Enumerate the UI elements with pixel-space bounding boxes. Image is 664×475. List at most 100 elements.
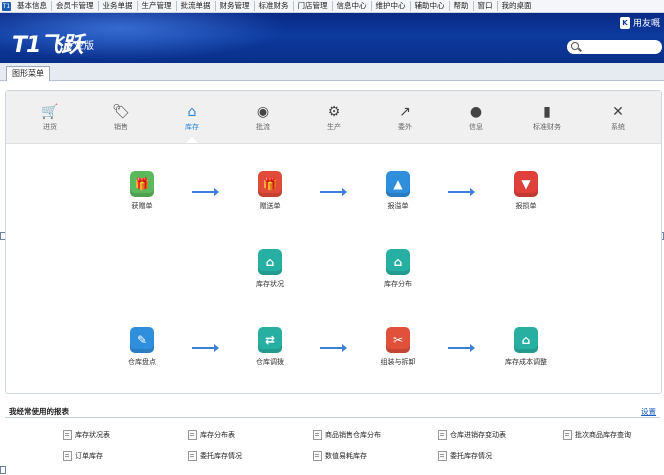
menu-window[interactable]: 窗口 <box>474 1 498 11</box>
document-icon <box>313 430 322 440</box>
search-icon <box>571 42 579 50</box>
menu-basic-info[interactable]: 基本信息 <box>13 1 52 11</box>
graphic-menu-panel: 🛒 进货 🏷 销售 ⌂ 库存 ◉ 批流 ⚙ 生产 ↗ 委外 ● 信息 ▮ 标准财… <box>5 90 662 394</box>
active-category-pointer <box>186 137 198 143</box>
category-label: 进货 <box>43 123 57 131</box>
document-icon <box>563 430 572 440</box>
category-production[interactable]: ⚙ 生产 <box>314 103 354 132</box>
document-icon <box>63 451 72 461</box>
tab-graphic-menu[interactable]: 图形菜单 <box>6 66 50 81</box>
inventory-check-node[interactable]: ✎ 仓库盘点 <box>112 327 172 367</box>
menu-batch-docs[interactable]: 批流单据 <box>177 1 216 11</box>
category-bar: 🛒 进货 🏷 销售 ⌂ 库存 ◉ 批流 ⚙ 生产 ↗ 委外 ● 信息 ▮ 标准财… <box>6 91 661 144</box>
category-inventory[interactable]: ⌂ 库存 <box>172 103 212 132</box>
flow-arrow <box>192 188 219 196</box>
report-link[interactable]: 商品销售仓库分布 <box>313 430 381 440</box>
edit-icon: ✎ <box>130 327 154 353</box>
menu-member-card[interactable]: 会员卡管理 <box>52 1 99 11</box>
inventory-check-label: 仓库盘点 <box>128 358 156 366</box>
category-label: 信息 <box>469 123 483 131</box>
menu-production[interactable]: 生产管理 <box>138 1 177 11</box>
gears-icon: ⚙ <box>327 104 341 120</box>
category-outsourcing[interactable]: ↗ 委外 <box>385 103 425 132</box>
report-label: 批次商品库存查询 <box>575 431 631 439</box>
category-label: 标准财务 <box>533 123 561 131</box>
stock-cost-adjust-label: 库存成本调整 <box>505 358 547 366</box>
menu-maintenance[interactable]: 维护中心 <box>372 1 411 11</box>
category-batch[interactable]: ◉ 批流 <box>243 103 283 132</box>
menu-store[interactable]: 门店管理 <box>294 1 333 11</box>
menu-finance[interactable]: 财务管理 <box>216 1 255 11</box>
flow-arrow <box>320 344 347 352</box>
report-link[interactable]: 库存分布表 <box>188 430 235 440</box>
tag-icon: 🏷 <box>112 104 130 120</box>
document-icon <box>188 451 197 461</box>
bottom-left-resize-handle[interactable] <box>0 466 6 474</box>
menu-my-desktop[interactable]: 我的桌面 <box>498 1 536 11</box>
category-label: 生产 <box>327 123 341 131</box>
flow-arrow <box>192 344 219 352</box>
category-standard-finance[interactable]: ▮ 标准财务 <box>527 103 567 132</box>
overflow-order-node[interactable]: ▲ 报溢单 <box>368 171 428 211</box>
document-icon <box>313 451 322 461</box>
report-link[interactable]: 委托库存情况 <box>438 451 492 461</box>
report-link[interactable]: 委托库存情况 <box>188 451 242 461</box>
category-system[interactable]: ✕ 系统 <box>598 103 638 132</box>
gift-order-node[interactable]: 🎁 获赠单 <box>112 171 172 211</box>
houses-icon: ⌂ <box>386 249 410 275</box>
user-box[interactable]: K 用友嘅 <box>619 16 660 29</box>
document-icon <box>63 430 72 440</box>
category-sales[interactable]: 🏷 销售 <box>101 103 141 132</box>
category-label: 系统 <box>611 123 625 131</box>
stock-status-node[interactable]: ⌂ 库存状况 <box>240 249 300 289</box>
report-link[interactable]: 仓库进销存变动表 <box>438 430 506 440</box>
frequent-reports-header: 我经常使用的报表 设置 <box>5 406 660 418</box>
assembly-node[interactable]: ✂ 组装与拆卸 <box>368 327 428 367</box>
menu-aux-center[interactable]: 辅助中心 <box>411 1 450 11</box>
report-label: 委托库存情况 <box>450 452 492 460</box>
category-info[interactable]: ● 信息 <box>456 103 496 132</box>
settings-link[interactable]: 设置 <box>641 406 656 417</box>
stock-distribution-node[interactable]: ⌂ 库存分布 <box>368 249 428 289</box>
wrench-icon: ✂ <box>386 327 410 353</box>
stock-cost-adjust-node[interactable]: ⌂ 库存成本调整 <box>496 327 556 367</box>
user-name: 用友嘅 <box>632 19 660 29</box>
giveaway-order-label: 赠送单 <box>259 202 281 210</box>
home-icon: ⌂ <box>187 104 197 120</box>
warehouse-transfer-node[interactable]: ⇄ 仓库调拨 <box>240 327 300 367</box>
chat-icon: ● <box>469 104 483 120</box>
report-label: 仓库进销存变动表 <box>450 431 506 439</box>
menu-standard-finance[interactable]: 标准财务 <box>255 1 294 11</box>
report-link[interactable]: 批次商品库存查询 <box>563 430 631 440</box>
category-purchase[interactable]: 🛒 进货 <box>30 103 70 132</box>
share-icon: ↗ <box>399 104 411 120</box>
report-label: 商品销售仓库分布 <box>325 431 381 439</box>
user-icon: K <box>619 16 630 29</box>
cart-icon: 🛒 <box>41 104 59 120</box>
report-link[interactable]: 库存状况表 <box>63 430 110 440</box>
overflow-order-label: 报溢单 <box>387 202 409 210</box>
menu-bar: T1 基本信息 会员卡管理 业务单据 生产管理 批流单据 财务管理 标准财务 门… <box>0 0 664 13</box>
category-label: 销售 <box>114 123 128 131</box>
report-label: 数值易耗库存 <box>325 452 367 460</box>
category-label: 批流 <box>256 123 270 131</box>
loss-order-node[interactable]: ▼ 报损单 <box>496 171 556 211</box>
menu-help[interactable]: 帮助 <box>450 1 474 11</box>
giveaway-order-node[interactable]: 🎁 赠送单 <box>240 171 300 211</box>
report-link[interactable]: 数值易耗库存 <box>313 451 367 461</box>
report-label: 订单库存 <box>75 452 103 460</box>
report-link[interactable]: 订单库存 <box>63 451 103 461</box>
search-input[interactable] <box>567 40 662 54</box>
gift-icon: 🎁 <box>258 171 282 197</box>
house-icon: ⌂ <box>258 249 282 275</box>
chart-down-icon: ▼ <box>514 171 538 197</box>
flow-arrow <box>448 344 475 352</box>
menu-info-center[interactable]: 信息中心 <box>333 1 372 11</box>
gift-icon: 🎁 <box>130 171 154 197</box>
tab-strip: 图形菜单 <box>0 63 664 81</box>
transfer-icon: ⇄ <box>258 327 282 353</box>
document-icon <box>188 430 197 440</box>
frequent-reports-title: 我经常使用的报表 <box>9 407 69 416</box>
loss-order-label: 报损单 <box>515 202 537 210</box>
menu-business-docs[interactable]: 业务单据 <box>99 1 138 11</box>
